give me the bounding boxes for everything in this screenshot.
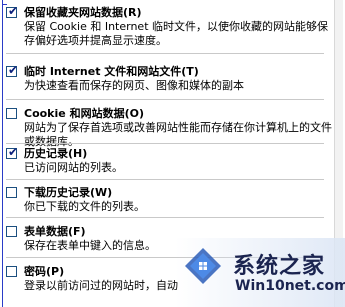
option-title: Cookie 和网站数据(O) <box>24 107 144 120</box>
windows-logo-icon <box>185 248 221 284</box>
option-description: 保留 Cookie 和 Internet 临时文件，以使你收藏的网站能够保存偏好… <box>24 20 328 47</box>
option-description: 你已下载的文件的列表。 <box>24 200 145 213</box>
separator <box>6 143 324 144</box>
separator <box>6 217 324 218</box>
separator <box>6 53 324 54</box>
option-title: 密码(P) <box>24 265 65 278</box>
check-icon: ✔ <box>8 145 19 159</box>
option-description: 已访问网站的列表。 <box>24 161 123 174</box>
checkbox[interactable] <box>6 108 17 119</box>
focus-bracket <box>2 4 7 5</box>
check-icon: ✔ <box>8 4 19 18</box>
watermark: 系统之家 Win10net.com <box>175 238 345 307</box>
option-title: 下载历史记录(W) <box>24 186 113 199</box>
option-cookies[interactable]: Cookie 和网站数据(O) 网站为了保存首选项或改善网站性能而存储在你计算机… <box>6 107 336 151</box>
watermark-url: Win10net.com <box>235 278 345 294</box>
checkbox[interactable]: ✔ <box>6 145 19 159</box>
watermark-text: 系统之家 <box>233 254 326 279</box>
option-description: 网站为了保存首选项或改善网站性能而存储在你计算机上的文件或数据库。 <box>24 121 332 148</box>
focus-line <box>2 0 3 307</box>
option-title: 表单数据(F) <box>24 225 86 238</box>
separator <box>6 99 324 100</box>
option-title: 历史记录(H) <box>24 147 88 160</box>
separator <box>6 179 324 180</box>
check-icon: ✔ <box>8 63 19 77</box>
checkbox[interactable] <box>6 226 17 237</box>
checkbox[interactable]: ✔ <box>6 4 19 18</box>
option-download-history[interactable]: 下载历史记录(W) 你已下载的文件的列表。 <box>6 186 336 216</box>
option-title: 保留收藏夹网站数据(R) <box>24 6 142 19</box>
checkbox[interactable] <box>6 187 17 198</box>
checkbox[interactable] <box>6 266 17 277</box>
option-history[interactable]: ✔ 历史记录(H) 已访问网站的列表。 <box>6 145 336 177</box>
option-title: 临时 Internet 文件和网站文件(T) <box>24 65 199 78</box>
option-temp-internet-files[interactable]: ✔ 临时 Internet 文件和网站文件(T) 为快速查看而保存的网页、图像和… <box>6 63 336 99</box>
option-preserve-favorites[interactable]: ✔ 保留收藏夹网站数据(R) 保留 Cookie 和 Internet 临时文件… <box>6 4 336 52</box>
delete-browsing-history-dialog: ✔ 保留收藏夹网站数据(R) 保留 Cookie 和 Internet 临时文件… <box>0 0 345 307</box>
checkbox[interactable]: ✔ <box>6 63 19 77</box>
option-description: 为快速查看而保存的网页、图像和媒体的副本 <box>24 79 244 92</box>
